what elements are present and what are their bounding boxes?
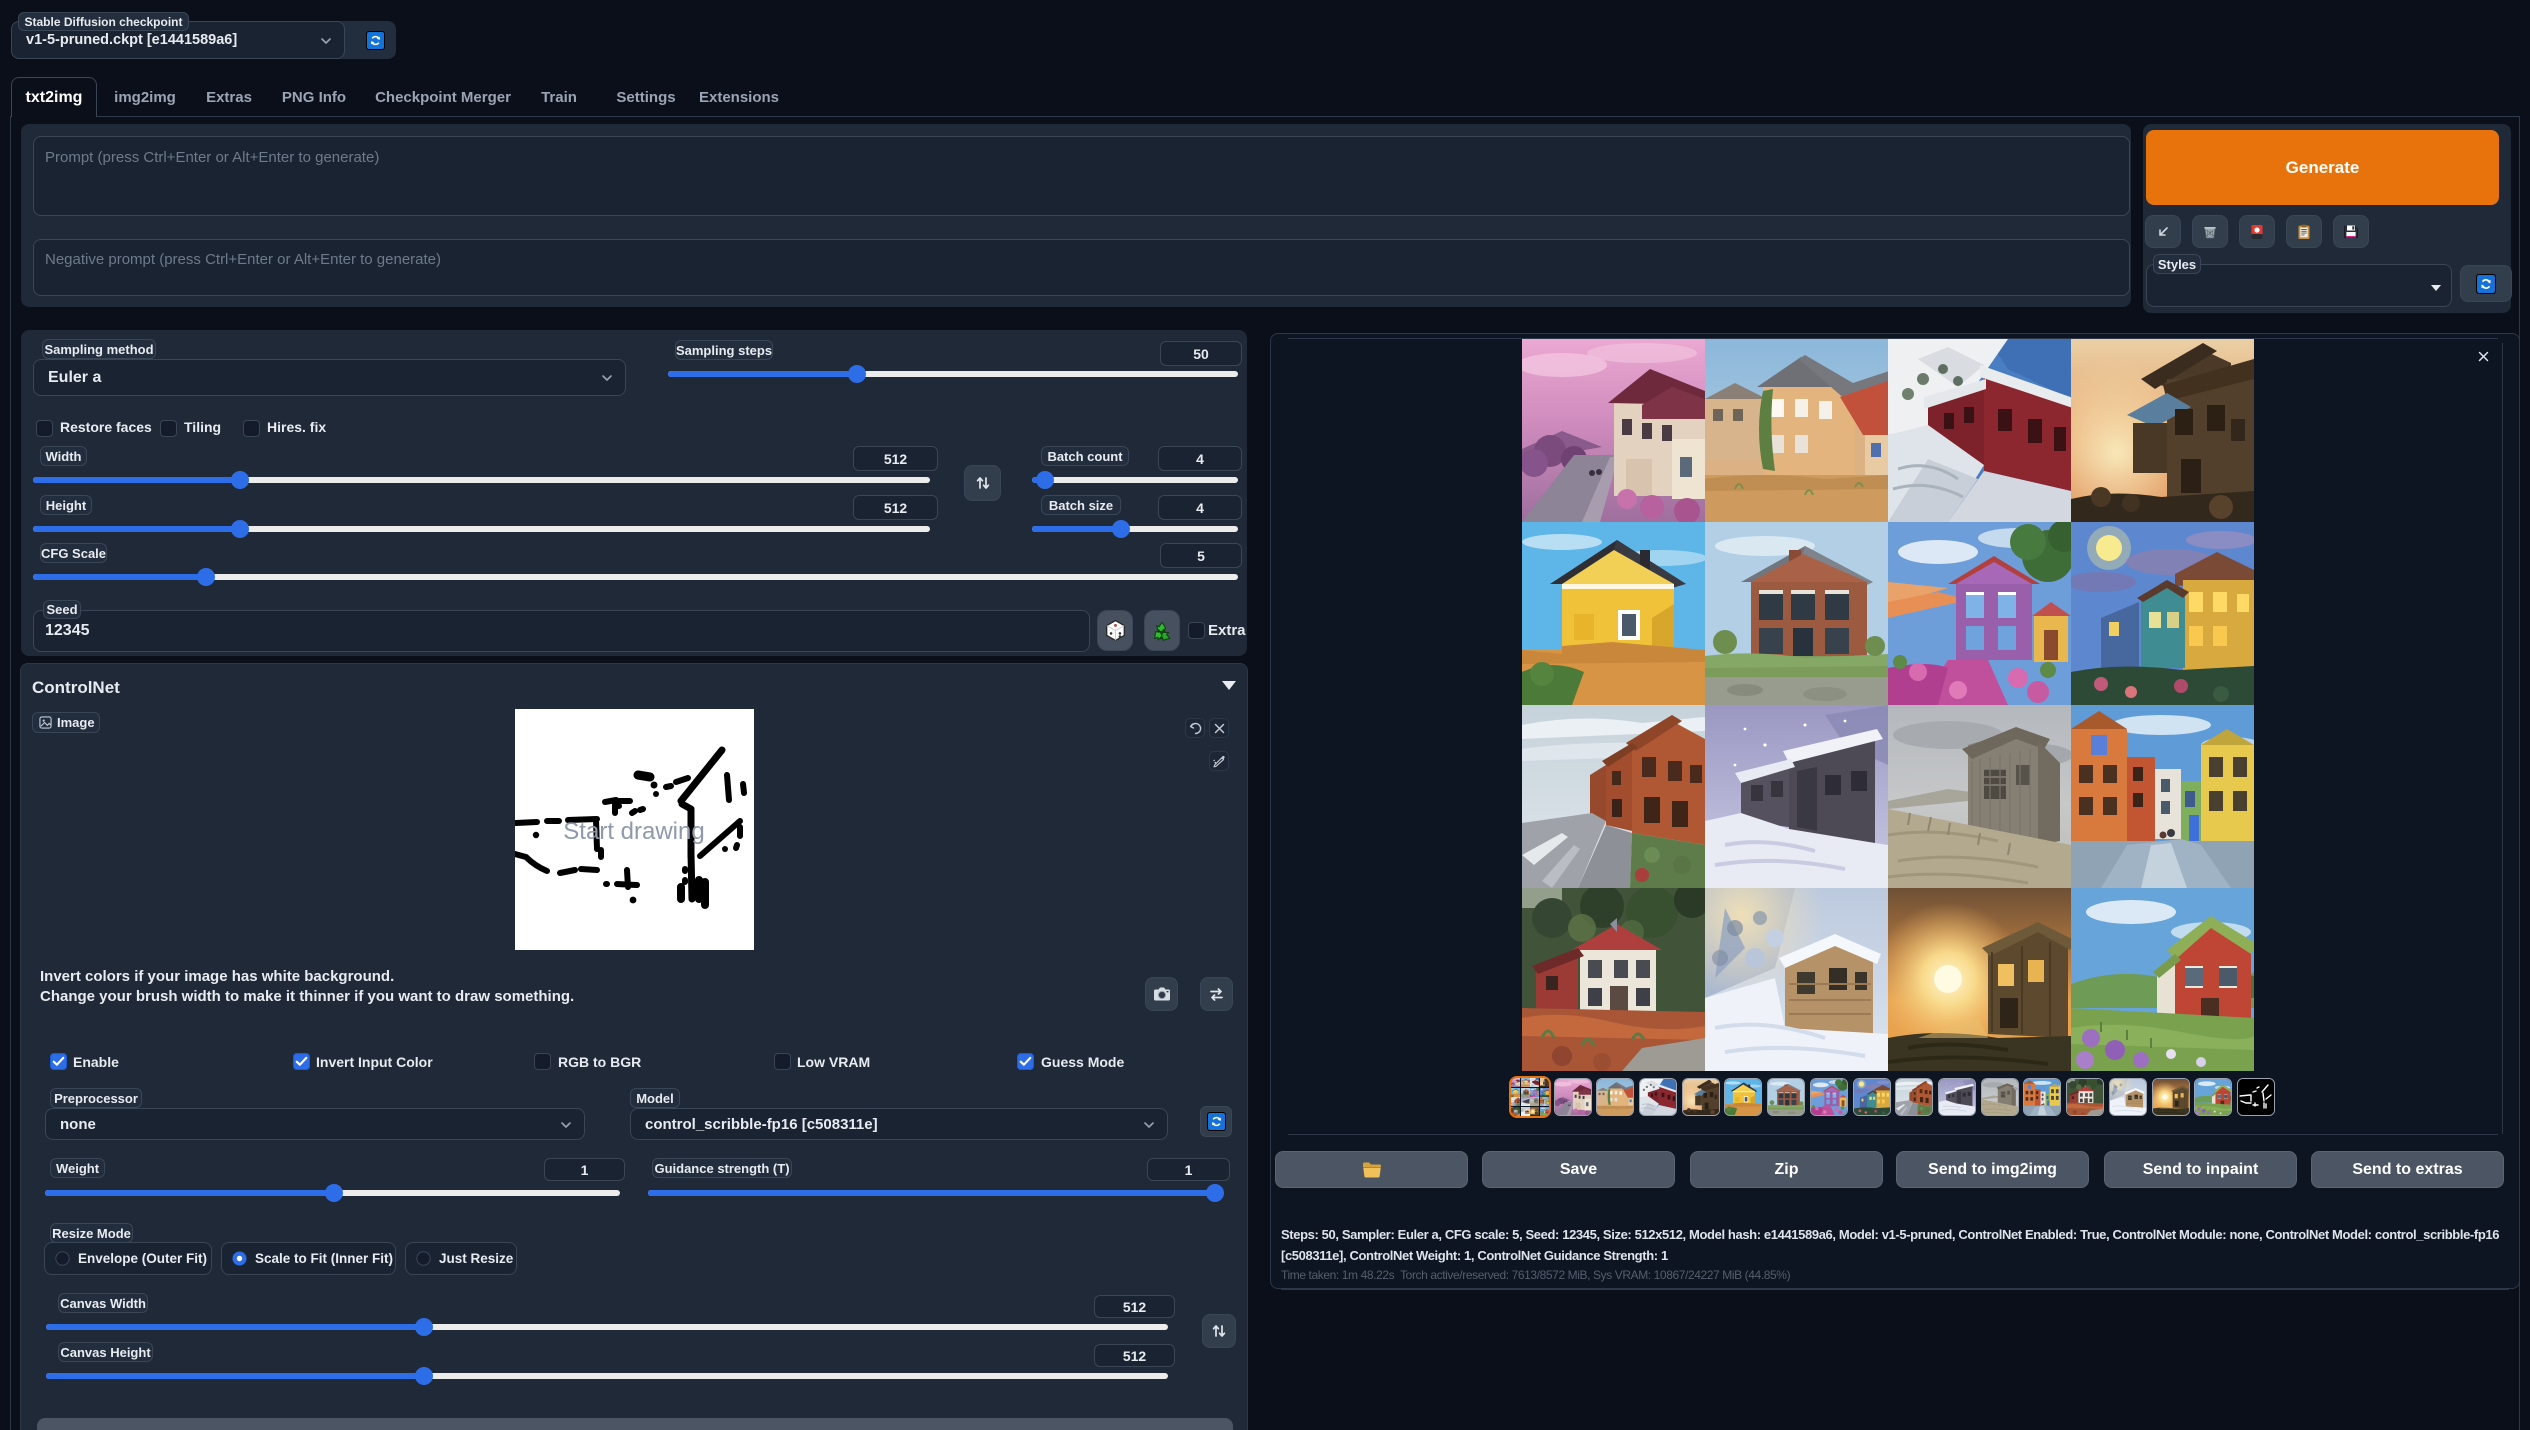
svg-text:Start drawing: Start drawing bbox=[563, 818, 704, 845]
